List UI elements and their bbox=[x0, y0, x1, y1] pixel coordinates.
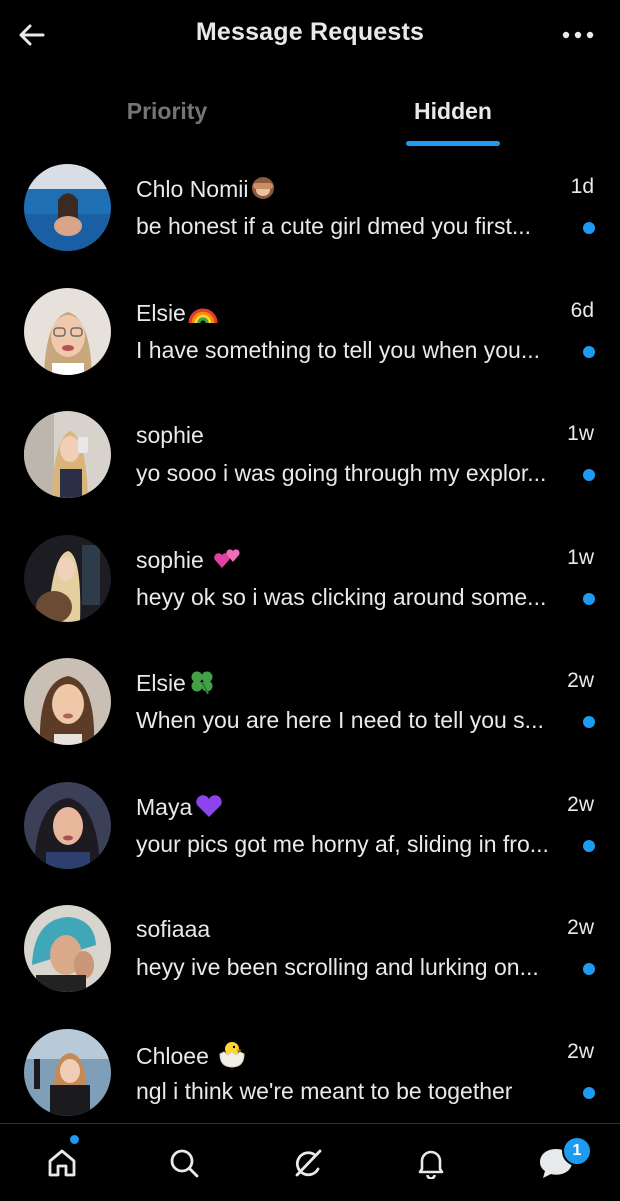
unread-indicator bbox=[583, 1086, 595, 1099]
unread-indicator bbox=[583, 963, 595, 975]
timestamp: 2w bbox=[567, 792, 594, 816]
sender-name: sofiaaa bbox=[136, 916, 211, 942]
rainbow-icon bbox=[188, 299, 218, 331]
sender-name: Chloee bbox=[136, 1040, 247, 1074]
nav-grok[interactable] bbox=[283, 1138, 333, 1188]
sender-name: Elsie bbox=[136, 669, 216, 701]
message-request-list: Chlo Nomii 1d be honest if a cute girl d… bbox=[0, 150, 620, 1138]
avatar bbox=[24, 1028, 111, 1116]
conversation-row[interactable]: Maya 2w your pics got me horny af, slidi… bbox=[0, 768, 620, 892]
purple-heart-icon bbox=[194, 793, 224, 825]
search-icon bbox=[170, 1149, 199, 1178]
two-hearts-icon bbox=[212, 546, 242, 578]
home-icon bbox=[48, 1149, 76, 1177]
home-notification-dot bbox=[70, 1135, 79, 1144]
message-preview: heyy ok so i was clicking around some... bbox=[136, 583, 547, 610]
page-title: Message Requests bbox=[195, 18, 425, 46]
notifications-bell-icon bbox=[418, 1150, 444, 1179]
more-horizontal-icon bbox=[562, 31, 594, 39]
timestamp: 2w bbox=[567, 1039, 594, 1063]
message-preview: ngl i think we're meant to be together bbox=[136, 1077, 513, 1104]
avatar bbox=[24, 534, 111, 622]
see-no-evil-monkey-icon bbox=[250, 175, 276, 207]
four-leaf-clover-icon bbox=[188, 669, 216, 701]
message-preview: your pics got me horny af, sliding in fr… bbox=[136, 830, 549, 857]
timestamp: 1w bbox=[567, 545, 594, 569]
timestamp: 6d bbox=[570, 298, 594, 322]
conversation-row[interactable]: Elsie 6d I have something to tell you wh… bbox=[0, 274, 620, 398]
sender-name: Elsie bbox=[136, 299, 218, 331]
conversation-row[interactable]: Elsie 2w When you are here I need to tel… bbox=[0, 644, 620, 768]
unread-indicator bbox=[583, 839, 595, 852]
nav-search[interactable] bbox=[159, 1138, 209, 1188]
unread-indicator bbox=[583, 345, 595, 358]
messages-unread-badge: 1 bbox=[562, 1136, 592, 1166]
active-tab-indicator bbox=[406, 141, 500, 146]
conversation-row[interactable]: Chloee 2w ngl i think we're meant to be … bbox=[0, 1015, 620, 1139]
avatar bbox=[24, 905, 111, 992]
request-tabs: Priority Hidden bbox=[0, 80, 620, 150]
message-preview: heyy ive been scrolling and lurking on..… bbox=[136, 954, 539, 980]
more-options-button[interactable] bbox=[558, 20, 598, 50]
tab-hidden[interactable]: Hidden bbox=[298, 80, 608, 150]
conversation-row[interactable]: Chlo Nomii 1d be honest if a cute girl d… bbox=[0, 150, 620, 274]
avatar bbox=[24, 287, 111, 375]
conversation-row[interactable]: sophie 1w heyy ok so i was clicking arou… bbox=[0, 521, 620, 645]
avatar bbox=[24, 411, 111, 498]
unread-indicator bbox=[583, 716, 595, 728]
timestamp: 2w bbox=[567, 916, 594, 939]
hatching-chick-icon bbox=[217, 1040, 247, 1074]
sender-name: sophie bbox=[136, 422, 204, 448]
timestamp: 2w bbox=[567, 669, 594, 692]
timestamp: 1d bbox=[570, 175, 594, 198]
tab-priority[interactable]: Priority bbox=[14, 80, 320, 150]
tab-priority-label: Priority bbox=[126, 98, 208, 124]
avatar bbox=[24, 164, 111, 251]
message-preview: yo sooo i was going through my explor... bbox=[136, 460, 547, 486]
message-preview: When you are here I need to tell you s..… bbox=[136, 707, 544, 733]
message-preview: I have something to tell you when you... bbox=[136, 336, 541, 363]
sender-name: Chlo Nomii bbox=[136, 175, 276, 207]
unread-indicator bbox=[583, 469, 595, 481]
nav-home[interactable] bbox=[37, 1138, 87, 1188]
conversation-row[interactable]: sophie 1w yo sooo i was going through my… bbox=[0, 397, 620, 521]
unread-indicator bbox=[583, 592, 595, 605]
sender-name: Maya bbox=[136, 793, 224, 825]
message-preview: be honest if a cute girl dmed you first.… bbox=[136, 213, 532, 239]
top-bar: Message Requests bbox=[0, 0, 620, 70]
avatar bbox=[24, 781, 111, 869]
conversation-row[interactable]: sofiaaa 2w heyy ive been scrolling and l… bbox=[0, 891, 620, 1015]
avatar bbox=[24, 658, 111, 745]
grok-icon bbox=[295, 1149, 322, 1177]
timestamp: 1w bbox=[567, 422, 594, 445]
sender-name: sophie bbox=[136, 546, 242, 578]
bottom-navigation: 1 bbox=[0, 1123, 620, 1201]
unread-indicator bbox=[583, 222, 595, 234]
nav-notifications[interactable] bbox=[406, 1138, 456, 1188]
